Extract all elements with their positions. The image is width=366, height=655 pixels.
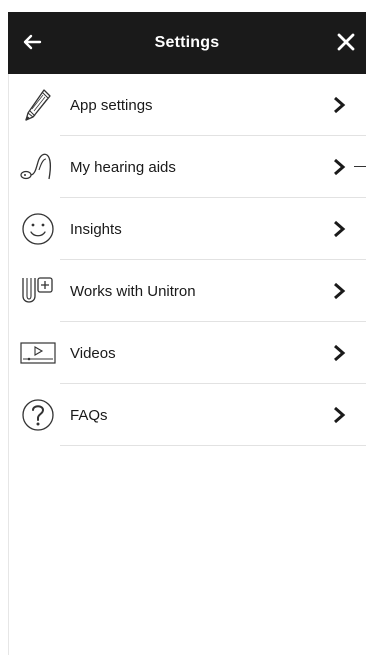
menu-item-works-with-unitron[interactable]: Works with Unitron bbox=[8, 260, 366, 322]
settings-menu: App settings My hearing aids Insights Wo… bbox=[8, 74, 366, 446]
status-bar bbox=[0, 0, 366, 12]
menu-item-videos[interactable]: Videos bbox=[8, 322, 366, 384]
chevron-right-icon bbox=[334, 282, 346, 300]
menu-item-label: Insights bbox=[70, 220, 122, 238]
chevron-right-icon bbox=[334, 96, 346, 114]
chevron-right-icon bbox=[334, 158, 346, 176]
menu-item-faqs[interactable]: FAQs bbox=[8, 384, 366, 446]
hearing-aid-icon bbox=[18, 147, 58, 187]
menu-item-label: Videos bbox=[70, 344, 116, 362]
back-arrow-icon[interactable] bbox=[18, 28, 46, 56]
video-player-icon bbox=[18, 333, 58, 373]
menu-item-label: App settings bbox=[70, 96, 153, 114]
chevron-right-icon bbox=[334, 344, 346, 362]
header-bar: Settings bbox=[8, 12, 366, 74]
menu-item-label: My hearing aids bbox=[70, 158, 176, 176]
pencil-icon bbox=[18, 85, 58, 125]
works-with-unitron-icon bbox=[18, 271, 58, 311]
smiley-icon bbox=[18, 209, 58, 249]
chevron-right-icon bbox=[334, 406, 346, 424]
menu-item-app-settings[interactable]: App settings bbox=[8, 74, 366, 136]
divider-tick bbox=[354, 166, 366, 167]
menu-item-insights[interactable]: Insights bbox=[8, 198, 366, 260]
menu-item-label: Works with Unitron bbox=[70, 282, 196, 300]
close-icon[interactable] bbox=[332, 28, 360, 56]
chevron-right-icon bbox=[334, 220, 346, 238]
menu-item-my-hearing-aids[interactable]: My hearing aids bbox=[8, 136, 366, 198]
question-mark-icon bbox=[18, 395, 58, 435]
page-title: Settings bbox=[154, 34, 220, 51]
menu-item-label: FAQs bbox=[70, 406, 108, 424]
